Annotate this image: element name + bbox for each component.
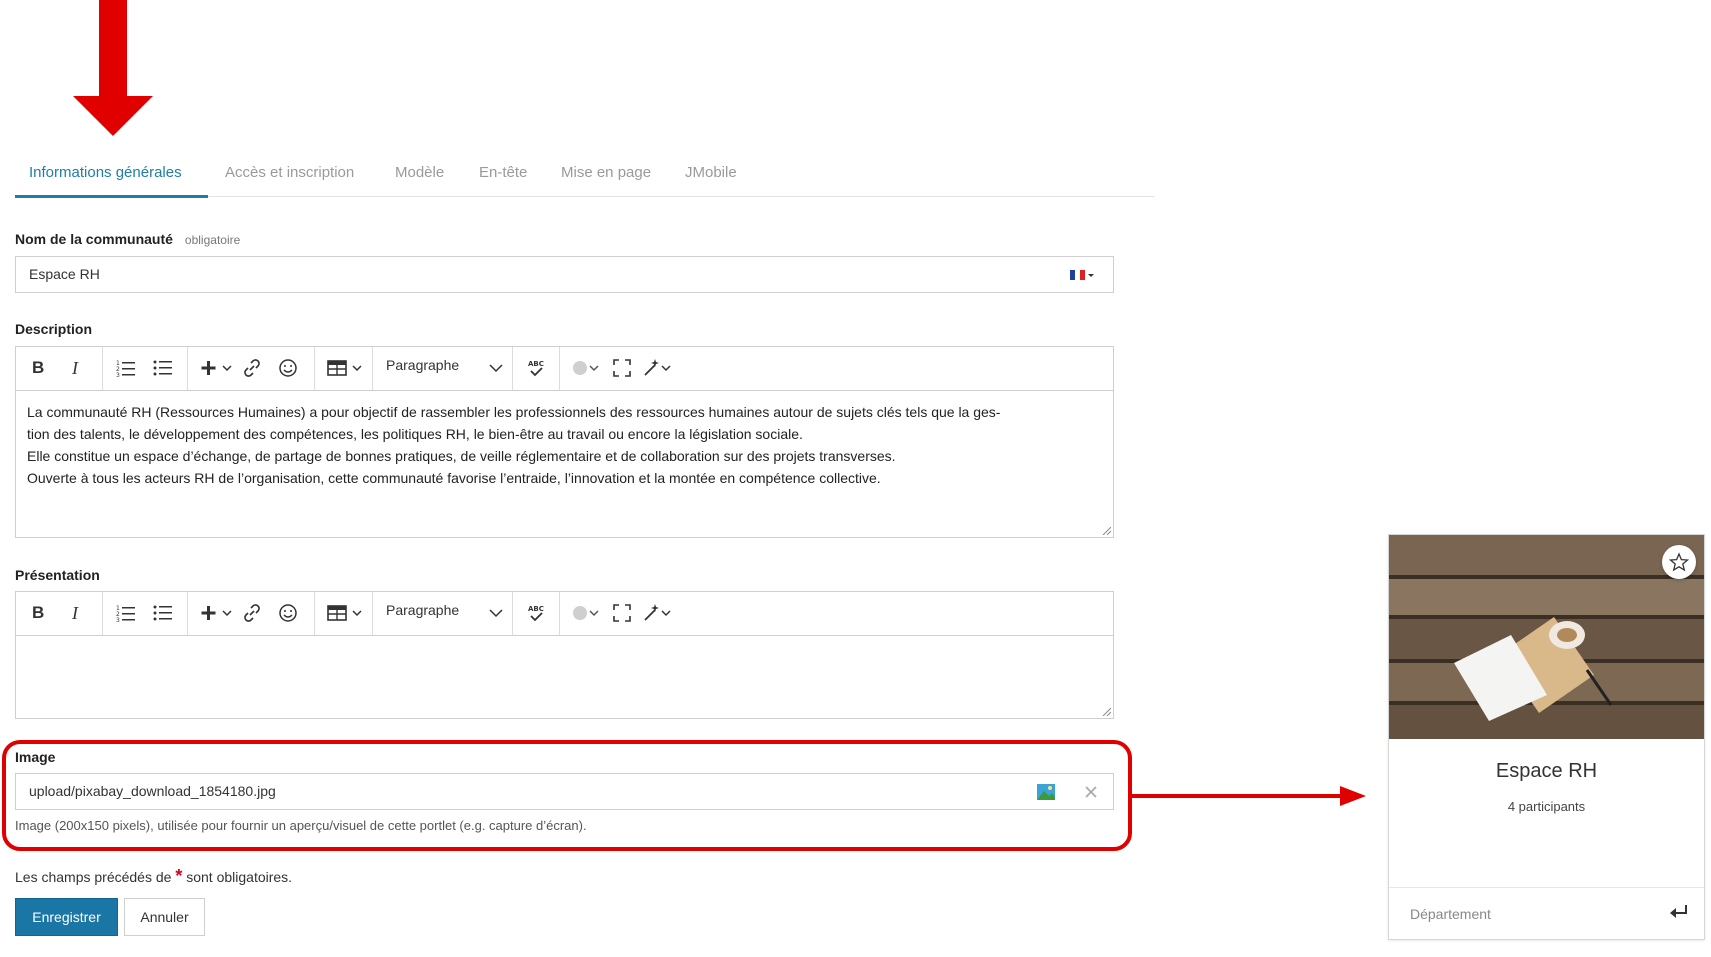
ordered-list-icon[interactable]: 123 (116, 601, 136, 625)
insert-plus-icon[interactable] (201, 356, 235, 380)
presentation-label: Présentation (15, 567, 100, 583)
resize-handle-icon[interactable] (1101, 706, 1111, 716)
french-flag-icon (1069, 269, 1094, 280)
tab-model[interactable]: Modèle (395, 164, 444, 181)
ordered-list-icon[interactable]: 123 (116, 356, 136, 380)
card-participants: 4 participants (1507, 799, 1586, 814)
tab-bar: Informations générales Accès et inscript… (15, 148, 1155, 198)
bold-button[interactable]: B (32, 356, 44, 380)
language-dropdown[interactable] (1052, 256, 1114, 293)
name-field-label: Nom de la communauté obligatoire (15, 231, 241, 247)
svg-text:3: 3 (116, 617, 120, 622)
tab-jmobile[interactable]: JMobile (685, 164, 737, 181)
presentation-editor: B I 123 Paragraphe ABC (15, 591, 1114, 719)
bullet-list-icon[interactable] (153, 356, 173, 380)
bullet-list-icon[interactable] (153, 601, 173, 625)
svg-text:ABC: ABC (528, 605, 544, 613)
description-toolbar: B I 123 Paragraphe ABC (16, 347, 1113, 391)
spellcheck-icon[interactable]: ABC (526, 601, 546, 625)
favorite-button[interactable] (1662, 545, 1696, 579)
chevron-down-icon[interactable] (489, 601, 503, 625)
tab-general-info[interactable]: Informations générales (29, 164, 182, 181)
enter-icon[interactable] (1669, 903, 1689, 921)
spellcheck-icon[interactable]: ABC (526, 356, 546, 380)
emoji-icon[interactable] (278, 601, 298, 625)
description-editor: B I 123 Paragraphe ABC La communauté RH … (15, 346, 1114, 538)
required-star: * (175, 866, 183, 886)
italic-button[interactable]: I (72, 356, 78, 380)
description-line: tion des talents, le développement des c… (27, 426, 803, 442)
image-browse-button[interactable] (1023, 773, 1069, 810)
fullscreen-icon[interactable] (612, 356, 632, 380)
image-clear-button[interactable] (1068, 773, 1114, 810)
description-content[interactable]: La communauté RH (Ressources Humaines) a… (16, 391, 1113, 499)
image-path-input[interactable]: upload/pixabay_download_1854180.jpg (15, 773, 1024, 810)
magic-wand-icon[interactable] (642, 601, 674, 625)
link-icon[interactable] (242, 601, 262, 625)
community-card[interactable]: Espace RH 4 participants Département (1388, 534, 1705, 940)
table-icon[interactable] (327, 356, 365, 380)
link-icon[interactable] (242, 356, 262, 380)
community-name-input[interactable]: Espace RH (15, 256, 1053, 293)
required-note: Les champs précédés de * sont obligatoir… (15, 866, 293, 886)
image-help-text: Image (200x150 pixels), utilisée pour fo… (15, 818, 587, 833)
bold-button[interactable]: B (32, 601, 44, 625)
fullscreen-icon[interactable] (612, 601, 632, 625)
emoji-icon[interactable] (278, 356, 298, 380)
active-tab-indicator (15, 195, 208, 198)
description-line: Ouverte à tous les acteurs RH de l’organ… (27, 470, 881, 486)
card-footer-label: Département (1410, 906, 1491, 922)
card-title: Espace RH (1495, 760, 1598, 782)
presentation-content[interactable] (16, 636, 1113, 716)
paragraph-select[interactable]: Paragraphe (386, 357, 459, 373)
language-tool-icon[interactable] (572, 601, 602, 625)
insert-plus-icon[interactable] (201, 601, 235, 625)
annotation-arrow-down (73, 0, 153, 136)
language-tool-icon[interactable] (572, 356, 602, 380)
save-button[interactable]: Enregistrer (15, 898, 118, 936)
magic-wand-icon[interactable] (642, 356, 674, 380)
description-label: Description (15, 321, 93, 337)
table-icon[interactable] (327, 601, 365, 625)
required-hint: obligatoire (184, 233, 241, 247)
chevron-down-icon[interactable] (489, 356, 503, 380)
tab-layout[interactable]: Mise en page (561, 164, 651, 181)
card-cover-image (1389, 535, 1704, 739)
image-field-label: Image (15, 749, 56, 765)
description-line: Elle constitue un espace d’échange, de p… (27, 448, 896, 464)
resize-handle-icon[interactable] (1101, 525, 1111, 535)
paragraph-select[interactable]: Paragraphe (386, 602, 459, 618)
svg-text:3: 3 (116, 372, 120, 377)
description-line: La communauté RH (Ressources Humaines) a… (27, 404, 1001, 420)
cancel-button[interactable]: Annuler (124, 898, 205, 936)
tab-access-registration[interactable]: Accès et inscription (225, 164, 354, 181)
annotation-arrow-right (1130, 786, 1366, 806)
italic-button[interactable]: I (72, 601, 78, 625)
svg-text:ABC: ABC (528, 360, 544, 368)
star-icon (1669, 552, 1689, 572)
tab-header[interactable]: En-tête (479, 164, 527, 181)
close-icon (1084, 785, 1097, 798)
presentation-toolbar: B I 123 Paragraphe ABC (16, 592, 1113, 636)
card-divider (1389, 887, 1704, 888)
image-icon (1036, 783, 1055, 800)
